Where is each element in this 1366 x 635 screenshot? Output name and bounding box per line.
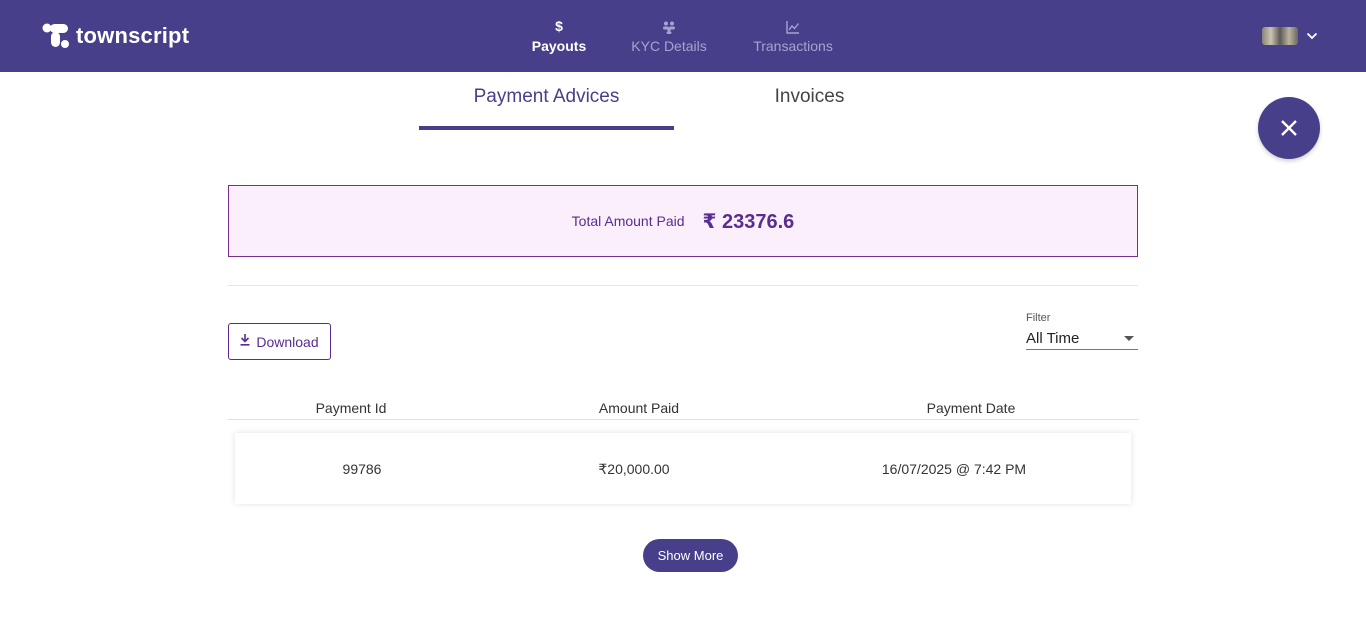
total-amount-label: Total Amount Paid: [571, 213, 685, 229]
users-icon: [625, 16, 713, 36]
table-header: Payment Id Amount Paid Payment Date: [228, 398, 1138, 420]
dropdown-caret-icon: [1124, 336, 1134, 341]
column-header-payment-date: Payment Date: [926, 400, 1016, 416]
nav-item-payouts[interactable]: $ Payouts: [527, 16, 591, 54]
dollar-icon: $: [555, 18, 563, 34]
nav-item-label: KYC Details: [631, 38, 707, 54]
filter-value: All Time: [1026, 330, 1080, 347]
filter-select[interactable]: All Time: [1026, 328, 1138, 350]
download-icon: [240, 334, 250, 349]
close-icon: [1280, 112, 1298, 144]
user-menu[interactable]: [1262, 27, 1318, 45]
payment-id-cell: 99786: [342, 461, 382, 477]
chevron-down-icon: [1306, 29, 1318, 43]
divider: [228, 285, 1138, 286]
nav-item-transactions[interactable]: Transactions: [747, 16, 839, 54]
filter-label: Filter: [1026, 312, 1051, 324]
tab-invoices[interactable]: Invoices: [682, 86, 937, 130]
total-amount-value: ₹ 23376.6: [702, 210, 795, 233]
tab-payment-advices[interactable]: Payment Advices: [419, 86, 674, 130]
nav-item-label: Payouts: [531, 38, 587, 54]
nav-item-kyc-details[interactable]: KYC Details: [625, 16, 713, 54]
download-label: Download: [256, 333, 319, 350]
payment-date-cell: 16/07/2025 @ 7:42 PM: [881, 461, 1027, 477]
main-nav: $ Payouts KYC Details Transactions: [0, 16, 1366, 62]
total-amount-summary: Total Amount Paid ₹ 23376.6: [228, 185, 1138, 257]
show-more-button[interactable]: Show More: [643, 539, 738, 572]
column-header-payment-id: Payment Id: [315, 400, 387, 416]
tab-bar: Payment Advices Invoices: [0, 72, 1366, 130]
column-header-amount-paid: Amount Paid: [598, 400, 680, 416]
amount-paid-cell: ₹20,000.00: [598, 461, 670, 477]
avatar: [1262, 27, 1298, 45]
nav-item-label: Transactions: [753, 38, 833, 54]
table-row[interactable]: 99786 ₹20,000.00 16/07/2025 @ 7:42 PM: [235, 433, 1131, 504]
close-button[interactable]: [1258, 97, 1320, 159]
chart-line-icon: [747, 16, 839, 36]
filter-dropdown[interactable]: Filter All Time: [1026, 312, 1138, 354]
download-button[interactable]: Download: [228, 323, 331, 360]
top-navbar: townscript $ Payouts KYC Details Transac…: [0, 0, 1366, 72]
